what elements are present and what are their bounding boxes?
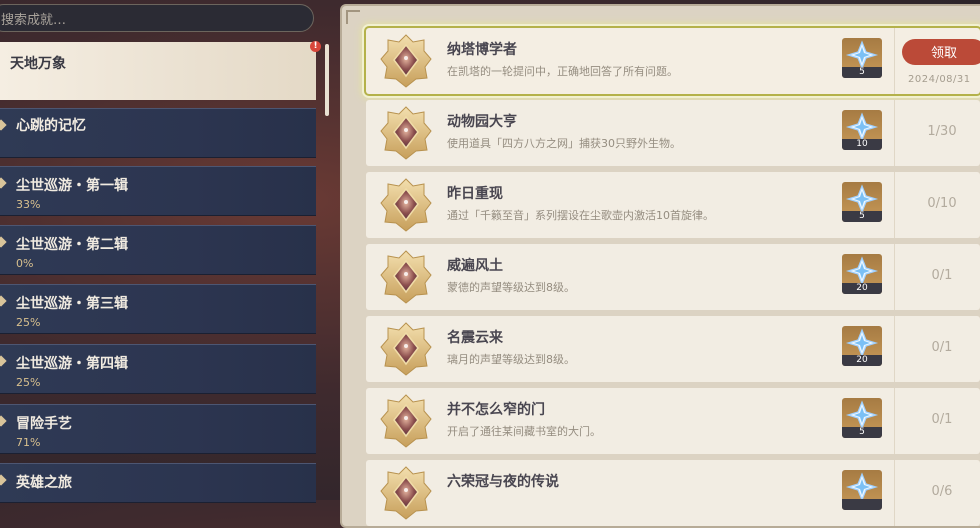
achievement-title: 并不怎么窄的门: [447, 402, 545, 418]
category-progress: 0%: [16, 257, 34, 270]
category-item[interactable]: 尘世巡游・第一辑 33%: [0, 166, 316, 216]
diamond-icon: [0, 355, 7, 367]
category-name: 尘世巡游・第一辑: [16, 178, 128, 194]
achievement-progress: 0/10: [927, 196, 957, 211]
primogem-reward: 5: [842, 398, 882, 438]
diamond-icon: [0, 415, 7, 427]
category-progress: 25%: [16, 316, 41, 329]
achievement-badge-icon: [380, 250, 432, 304]
achievement-title: 名震云来: [447, 330, 503, 346]
card-divider: [894, 28, 895, 94]
diamond-icon: [0, 295, 7, 307]
achievement-description: 在凯塔的一轮提问中，正确地回答了所有问题。: [447, 65, 678, 78]
primogem-reward: 5: [842, 182, 882, 222]
claim-button[interactable]: 领取: [902, 39, 980, 65]
achievement-badge-icon: [380, 322, 432, 376]
achievement-badge-icon: [380, 178, 432, 232]
achievement-description: 开启了通往某间藏书室的大门。: [447, 425, 601, 438]
achievement-progress: 0/1: [931, 412, 953, 427]
diamond-icon: [0, 474, 7, 486]
achievement-title: 六荣冠与夜的传说: [447, 474, 559, 490]
achievement-badge-icon: [380, 106, 432, 160]
category-name: 尘世巡游・第四辑: [16, 356, 128, 372]
category-item-active[interactable]: 天地万象 !: [0, 41, 321, 100]
primogem-reward: [842, 470, 882, 510]
category-progress: 71%: [16, 436, 41, 449]
category-name: 冒险手艺: [16, 416, 72, 432]
category-name: 英雄之旅: [16, 475, 72, 491]
search-placeholder: 搜索成就…: [1, 12, 67, 28]
primogem-reward: 5: [842, 38, 882, 78]
achievement-card[interactable]: 动物园大亨 使用道具「四方八方之网」捕获30只野外生物。 10 1/30: [366, 100, 980, 166]
achievement-title: 昨日重现: [447, 186, 503, 202]
achievement-progress: 0/1: [931, 268, 953, 283]
achievement-badge-icon: [380, 394, 432, 448]
achievement-progress: 0/6: [931, 484, 953, 499]
reward-count: 20: [842, 355, 882, 366]
achievement-card[interactable]: 六荣冠与夜的传说 0/6: [366, 460, 980, 526]
reward-count: 5: [842, 67, 882, 78]
category-name: 尘世巡游・第二辑: [16, 237, 128, 253]
achievement-badge-icon: [380, 34, 432, 88]
reward-count: 5: [842, 211, 882, 222]
diamond-icon: [0, 119, 7, 131]
category-item[interactable]: 英雄之旅: [0, 463, 316, 503]
achievement-description: 使用道具「四方八方之网」捕获30只野外生物。: [447, 137, 681, 150]
search-input[interactable]: 搜索成就…: [0, 4, 314, 32]
achievement-card[interactable]: 昨日重现 通过「千籁至音」系列摆设在尘歌壶内激活10首旋律。 5 0/10: [366, 172, 980, 238]
category-name: 天地万象: [10, 56, 66, 72]
achievement-description: 璃月的声望等级达到8级。: [447, 353, 575, 366]
card-divider: [894, 172, 895, 238]
category-item[interactable]: 尘世巡游・第二辑 0%: [0, 225, 316, 275]
completion-date: 2024/08/31: [908, 74, 971, 85]
reward-count: 20: [842, 283, 882, 294]
primogem-reward: 20: [842, 326, 882, 366]
achievement-title: 威遍风土: [447, 258, 503, 274]
card-divider: [894, 244, 895, 310]
reward-count: 5: [842, 427, 882, 438]
card-divider: [894, 316, 895, 382]
primogem-reward: 20: [842, 254, 882, 294]
category-item[interactable]: 冒险手艺 71%: [0, 404, 316, 454]
category-name: 心跳的记忆: [16, 118, 86, 134]
reward-count: 10: [842, 139, 882, 150]
achievement-title: 动物园大亨: [447, 114, 517, 130]
achievement-card[interactable]: 并不怎么窄的门 开启了通往某间藏书室的大门。 5 0/1: [366, 388, 980, 454]
card-divider: [894, 388, 895, 454]
diamond-icon: [0, 177, 7, 189]
diamond-icon: [0, 236, 7, 248]
achievement-description: 蒙德的声望等级达到8级。: [447, 281, 575, 294]
achievement-card[interactable]: 威遍风土 蒙德的声望等级达到8级。 20 0/1: [366, 244, 980, 310]
category-progress: 25%: [16, 376, 41, 389]
achievement-description: 通过「千籁至音」系列摆设在尘歌壶内激活10首旋律。: [447, 209, 714, 222]
achievement-card-selected[interactable]: 纳塔博学者 在凯塔的一轮提问中，正确地回答了所有问题。 5 领取 2024/08…: [366, 28, 980, 94]
category-name: 尘世巡游・第三辑: [16, 296, 128, 312]
achievement-progress: 1/30: [927, 124, 957, 139]
achievement-card[interactable]: 名震云来 璃月的声望等级达到8级。 20 0/1: [366, 316, 980, 382]
achievement-badge-icon: [380, 466, 432, 520]
category-item[interactable]: 心跳的记忆: [0, 108, 316, 158]
category-progress: 33%: [16, 198, 41, 211]
card-divider: [894, 100, 895, 166]
reward-count: [842, 499, 882, 510]
achievement-title: 纳塔博学者: [447, 42, 517, 58]
primogem-reward: 10: [842, 110, 882, 150]
card-divider: [894, 460, 895, 526]
notification-alert-icon: !: [310, 41, 321, 52]
category-scrollbar[interactable]: [325, 44, 329, 116]
category-item[interactable]: 尘世巡游・第三辑 25%: [0, 284, 316, 334]
category-item[interactable]: 尘世巡游・第四辑 25%: [0, 344, 316, 394]
achievement-progress: 0/1: [931, 340, 953, 355]
